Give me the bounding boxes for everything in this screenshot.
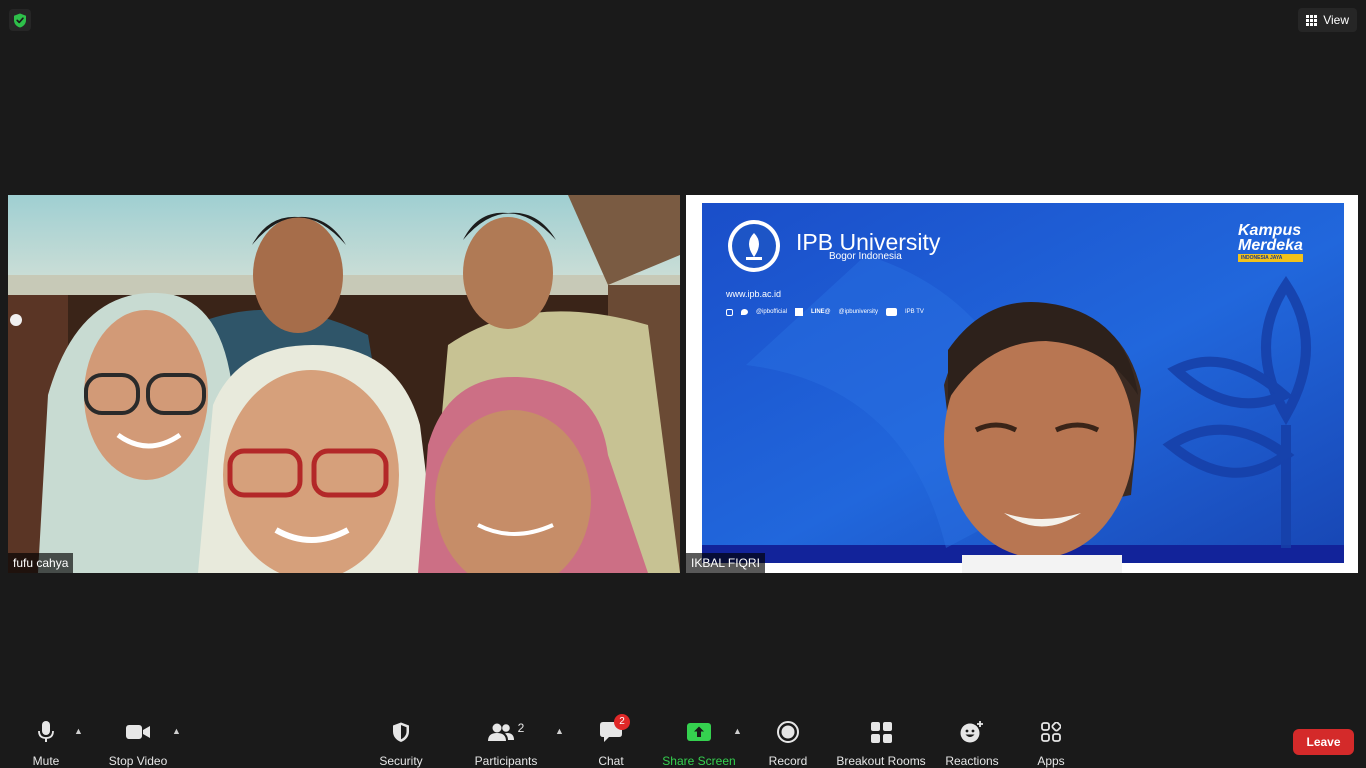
participants-options-caret[interactable]: ▲ <box>555 726 564 736</box>
shield-check-icon <box>14 13 26 27</box>
security-button[interactable]: Security <box>376 708 426 768</box>
line-label: LINE@ <box>811 309 831 315</box>
apps-button[interactable]: Apps <box>1034 708 1068 768</box>
record-icon <box>777 721 799 743</box>
facebook-icon <box>795 308 803 316</box>
campaign-tagline: INDONESIA JAYA <box>1238 254 1303 262</box>
meeting-toolbar: Mute ▲ Stop Video ▲ Security 2 Participa… <box>0 708 1366 768</box>
meeting-security-badge[interactable] <box>9 9 31 31</box>
apps-label: Apps <box>1037 754 1065 768</box>
instagram-icon <box>726 308 733 316</box>
ipb-social-row: @ipbofficial LINE@ @ipbuniversity IPB TV <box>726 308 924 316</box>
view-button[interactable]: View <box>1298 8 1357 32</box>
reactions-button[interactable]: Reactions <box>944 708 1000 768</box>
stop-video-button[interactable]: Stop Video <box>106 708 170 768</box>
chat-button[interactable]: 2 Chat <box>594 708 630 768</box>
social-handle-1: @ipbofficial <box>756 309 787 315</box>
participant-count: 2 <box>517 721 525 735</box>
shield-icon <box>393 722 409 742</box>
participant-name-tag: fufu cahya <box>8 553 74 573</box>
share-screen-label: Share Screen <box>662 754 736 768</box>
smiley-plus-icon <box>960 721 983 743</box>
ipb-brand-subtitle: Bogor Indonesia <box>829 251 902 262</box>
video-options-caret[interactable]: ▲ <box>172 726 181 736</box>
campaign-line-1: Kampus <box>1238 222 1302 239</box>
chat-unread-badge: 2 <box>614 714 630 730</box>
video-camera-icon <box>126 725 150 739</box>
participant-video-feed <box>8 195 680 573</box>
share-arrow-icon <box>687 723 711 741</box>
youtube-label: IPB TV <box>904 309 924 315</box>
apps-icon <box>1041 722 1061 742</box>
chat-label: Chat <box>598 754 624 768</box>
grid-icon <box>1306 14 1318 26</box>
participants-label: Participants <box>474 754 538 768</box>
video-tile-fufu-cahya[interactable]: fufu cahya <box>8 195 680 573</box>
breakout-rooms-label: Breakout Rooms <box>836 754 926 768</box>
ipb-website: www.ipb.ac.id <box>726 289 782 299</box>
mute-label: Mute <box>32 754 60 768</box>
share-options-caret[interactable]: ▲ <box>733 726 742 736</box>
share-screen-button[interactable]: Share Screen <box>662 708 736 768</box>
record-label: Record <box>768 754 808 768</box>
campaign-line-2: Merdeka <box>1238 237 1303 254</box>
campaign-logo: Kampus Merdeka INDONESIA JAYA <box>1238 223 1303 262</box>
breakout-rooms-button[interactable]: Breakout Rooms <box>836 708 926 768</box>
breakout-grid-icon <box>870 721 892 743</box>
audio-options-caret[interactable]: ▲ <box>74 726 83 736</box>
view-label: View <box>1323 13 1349 27</box>
reactions-label: Reactions <box>945 754 999 768</box>
participants-button[interactable]: 2 Participants <box>472 708 540 768</box>
people-icon <box>487 723 514 741</box>
zoom-meeting-window: View fufu cahya IPB University Bogor Ind… <box>0 0 1366 768</box>
twitter-icon <box>741 309 748 315</box>
microphone-icon <box>38 721 54 742</box>
security-label: Security <box>379 754 423 768</box>
video-tile-ikbal-fiqri[interactable]: IPB University Bogor Indonesia www.ipb.a… <box>686 195 1358 573</box>
stop-video-label: Stop Video <box>108 754 168 768</box>
mute-button[interactable]: Mute <box>28 708 64 768</box>
youtube-icon <box>885 308 897 316</box>
participant-name-tag: IKBAL FIQRI <box>686 553 765 573</box>
social-handle-2: @ipbuniversity <box>838 309 878 315</box>
record-button[interactable]: Record <box>766 708 810 768</box>
leave-button[interactable]: Leave <box>1293 729 1354 755</box>
